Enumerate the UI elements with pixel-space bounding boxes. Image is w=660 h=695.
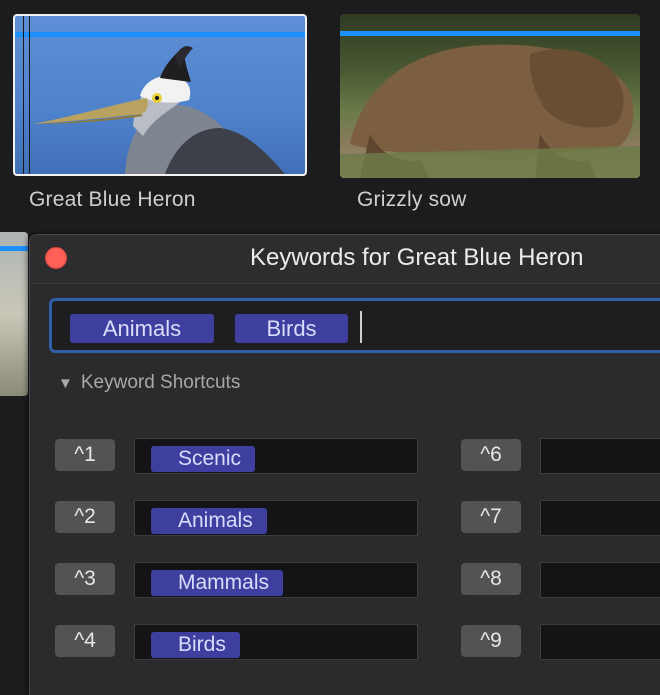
keyword-token[interactable]: Birds <box>235 314 348 343</box>
playhead-line <box>29 16 30 174</box>
close-icon[interactable] <box>45 247 67 269</box>
shortcut-key-1: ^1 <box>55 439 115 471</box>
keyword-range-bar <box>340 31 640 36</box>
keyword-range-bar <box>15 32 305 37</box>
divider <box>30 283 660 284</box>
clip-thumbnail-partial[interactable] <box>0 232 28 396</box>
shortcut-key-2: ^2 <box>55 501 115 533</box>
keyword-range-bar <box>0 246 28 251</box>
shortcut-field-2[interactable]: Animals <box>134 500 418 536</box>
shortcut-key-7: ^7 <box>461 501 521 533</box>
heron-image <box>33 46 285 174</box>
shortcut-field-4[interactable]: Birds <box>134 624 418 660</box>
panel-title: Keywords for Great Blue Heron <box>250 244 584 271</box>
bear-image <box>340 44 640 178</box>
keyword-input-field[interactable]: Animals Birds <box>49 298 660 353</box>
keyword-token[interactable]: Animals <box>70 314 214 343</box>
text-caret <box>360 311 362 343</box>
keywords-panel: Keywords for Great Blue Heron Animals Bi… <box>29 234 660 695</box>
disclosure-triangle-icon: ▼ <box>58 375 73 392</box>
shortcut-key-3: ^3 <box>55 563 115 595</box>
shortcut-key-6: ^6 <box>461 439 521 471</box>
clip-title-bear: Grizzly sow <box>357 188 467 211</box>
shortcut-key-9: ^9 <box>461 625 521 657</box>
clip-title-heron: Great Blue Heron <box>29 188 196 211</box>
shortcut-key-8: ^8 <box>461 563 521 595</box>
shortcut-keyword-token[interactable]: Animals <box>151 508 267 534</box>
shortcut-field-9[interactable] <box>540 624 660 660</box>
shortcut-keyword-token[interactable]: Mammals <box>151 570 284 596</box>
shortcut-field-3[interactable]: Mammals <box>134 562 418 598</box>
shortcut-keyword-token[interactable]: Scenic <box>151 446 256 472</box>
keyword-shortcuts-toggle[interactable]: ▼ Keyword Shortcuts <box>58 372 240 394</box>
shortcut-field-1[interactable]: Scenic <box>134 438 418 474</box>
shortcut-field-6[interactable] <box>540 438 660 474</box>
shortcut-key-4: ^4 <box>55 625 115 657</box>
skimmer-line <box>23 16 24 174</box>
clip-thumbnail-heron[interactable] <box>13 14 307 176</box>
clip-thumbnail-bear[interactable] <box>340 14 640 178</box>
keyword-shortcuts-label: Keyword Shortcuts <box>80 372 241 393</box>
shortcut-field-8[interactable] <box>540 562 660 598</box>
shortcut-field-7[interactable] <box>540 500 660 536</box>
shortcut-keyword-token[interactable]: Birds <box>151 632 240 658</box>
panel-titlebar[interactable]: Keywords for Great Blue Heron <box>30 235 660 283</box>
